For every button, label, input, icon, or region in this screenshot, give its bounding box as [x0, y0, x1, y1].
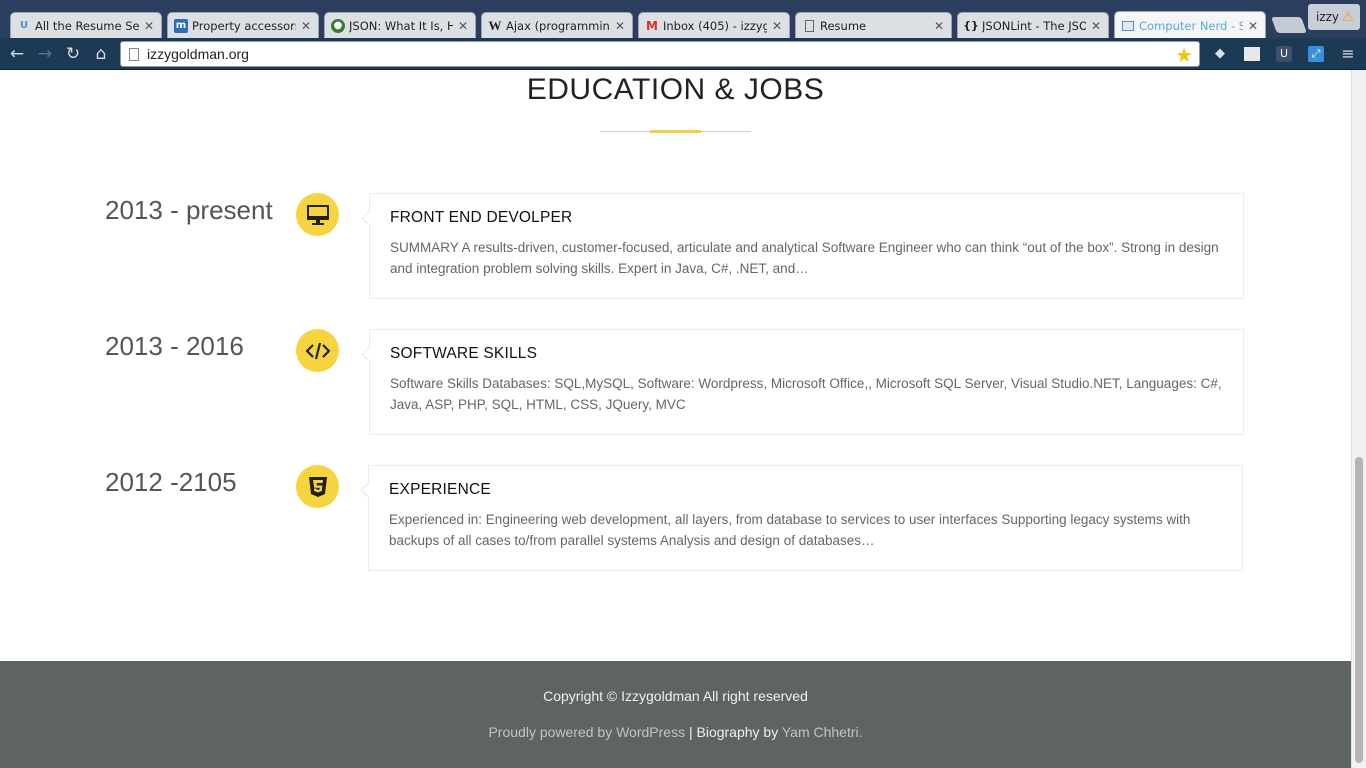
- close-icon[interactable]: ✕: [771, 19, 783, 33]
- timeline-year: 2012 -2105: [105, 467, 237, 497]
- profile-button[interactable]: izzy ⚠: [1308, 4, 1360, 30]
- jsonlint-favicon-icon: {}: [963, 19, 979, 32]
- resize-arrows-icon[interactable]: ⤢: [1306, 44, 1326, 64]
- wikipedia-favicon-icon: W: [488, 17, 502, 33]
- u-extension-icon[interactable]: U: [1274, 44, 1294, 64]
- powered-by-line: Proudly powered by WordPress | Biography…: [0, 724, 1351, 740]
- browser-tab[interactable]: W Ajax (programming ✕: [481, 12, 633, 38]
- card-text: Software Skills Databases: SQL,MySQL, So…: [390, 376, 1222, 412]
- site-footer: Copyright © Izzygoldman All right reserv…: [0, 661, 1351, 768]
- tab-title: Ajax (programming: [506, 18, 610, 33]
- card-text: Experienced in: Engineering web developm…: [389, 512, 1191, 548]
- menu-icon[interactable]: ≡: [1338, 44, 1358, 64]
- document-favicon-icon: [802, 19, 816, 33]
- profile-name: izzy: [1316, 10, 1340, 24]
- close-icon[interactable]: ✕: [143, 19, 155, 33]
- code-brackets-icon: [296, 329, 339, 372]
- browser-tab[interactable]: {} JSONLint - The JSON ✕: [957, 12, 1109, 38]
- json-favicon-icon: ●: [331, 18, 345, 33]
- browser-tab[interactable]: M Inbox (405) - izzyg ✕: [638, 12, 790, 38]
- browser-tabstrip: U All the Resume Sect ✕ m Property acces…: [0, 0, 1366, 39]
- timeline-entry: 2013 - 2016 SOFTWARE SKILLS Software Ski…: [0, 329, 1351, 439]
- dropbox-icon[interactable]: ◆: [1210, 44, 1230, 64]
- timeline-card: EXPERIENCE Experienced in: Engineering w…: [360, 465, 1243, 571]
- site-favicon-icon: [1121, 19, 1135, 33]
- new-tab-button[interactable]: [1271, 17, 1307, 33]
- card-text: SUMMARY A results-driven, customer-focus…: [390, 240, 1219, 276]
- card-title: SOFTWARE SKILLS: [390, 345, 538, 362]
- copyright-text: Copyright © Izzygoldman All right reserv…: [543, 688, 808, 704]
- timeline-year: 2013 - 2016: [105, 331, 244, 361]
- card-title: EXPERIENCE: [389, 481, 491, 498]
- title-accent-bar: [650, 130, 701, 133]
- browser-tab[interactable]: ● JSON: What It Is, Ho ✕: [324, 12, 476, 38]
- tab-title: JSON: What It Is, Ho: [349, 18, 453, 33]
- tab-title: Inbox (405) - izzyg: [663, 18, 767, 33]
- bookmark-star-icon[interactable]: ★: [1175, 43, 1193, 68]
- extension-grid-icon[interactable]: [1242, 44, 1262, 64]
- mdn-favicon-icon: m: [174, 18, 188, 33]
- url-text: izzygoldman.org: [147, 46, 249, 62]
- timeline-year: 2013 - present: [105, 195, 273, 225]
- home-icon[interactable]: ⌂: [90, 43, 112, 65]
- close-icon[interactable]: ✕: [1247, 19, 1259, 33]
- tab-title: Computer Nerd - S: [1139, 18, 1243, 33]
- reload-icon[interactable]: ↻: [62, 43, 84, 65]
- desktop-monitor-icon: [296, 193, 339, 236]
- timeline-entry: 2013 - present FRONT END DEVOLPER SUMMAR…: [0, 193, 1351, 303]
- forward-arrow-icon[interactable]: →: [34, 43, 56, 65]
- close-icon[interactable]: ✕: [457, 19, 469, 33]
- browser-tab[interactable]: U All the Resume Sect ✕: [10, 12, 162, 38]
- biography-by-text: | Biography by: [685, 724, 782, 740]
- period: .: [858, 724, 863, 740]
- tab-title: JSONLint - The JSON: [982, 18, 1086, 33]
- browser-toolbar: ← → ↻ ⌂ izzygoldman.org ★ ◆ U ⤢ ≡: [0, 38, 1366, 70]
- close-icon[interactable]: ✕: [933, 19, 945, 33]
- close-icon[interactable]: ✕: [300, 19, 312, 33]
- wordpress-link[interactable]: Proudly powered by WordPress: [488, 724, 685, 740]
- css3-logo-icon: [296, 465, 339, 508]
- section-title: EDUCATION & JOBS: [526, 73, 825, 106]
- tab-title: Property accessors: [192, 18, 296, 33]
- timeline-card: SOFTWARE SKILLS Software Skills Database…: [361, 329, 1244, 435]
- address-bar[interactable]: izzygoldman.org ★: [120, 41, 1200, 67]
- page-viewport: EDUCATION & JOBS 2013 - present FRONT EN…: [0, 70, 1351, 768]
- back-arrow-icon[interactable]: ←: [6, 43, 28, 65]
- timeline-card: FRONT END DEVOLPER SUMMARY A results-dri…: [361, 193, 1244, 299]
- warning-icon: ⚠: [1342, 9, 1354, 25]
- close-icon[interactable]: ✕: [614, 19, 626, 33]
- browser-tab-active[interactable]: Computer Nerd - S ✕: [1114, 11, 1266, 39]
- page-icon: [129, 47, 139, 61]
- card-title: FRONT END DEVOLPER: [390, 209, 573, 226]
- close-icon[interactable]: ✕: [1090, 19, 1102, 33]
- tab-title: All the Resume Sect: [35, 18, 139, 33]
- scrollbar-thumb[interactable]: [1355, 457, 1363, 763]
- gmail-favicon-icon: M: [646, 18, 658, 33]
- theme-author-link[interactable]: Yam Chhetri: [782, 724, 859, 740]
- tab-title: Resume: [820, 18, 867, 33]
- page-scrollbar[interactable]: [1351, 70, 1366, 768]
- browser-tab[interactable]: Resume ✕: [795, 12, 952, 38]
- timeline-entry: 2012 -2105 EXPERIENCE Experienced in: En…: [0, 465, 1351, 575]
- u-favicon-icon: U: [19, 20, 29, 31]
- browser-tab[interactable]: m Property accessors ✕: [167, 12, 319, 38]
